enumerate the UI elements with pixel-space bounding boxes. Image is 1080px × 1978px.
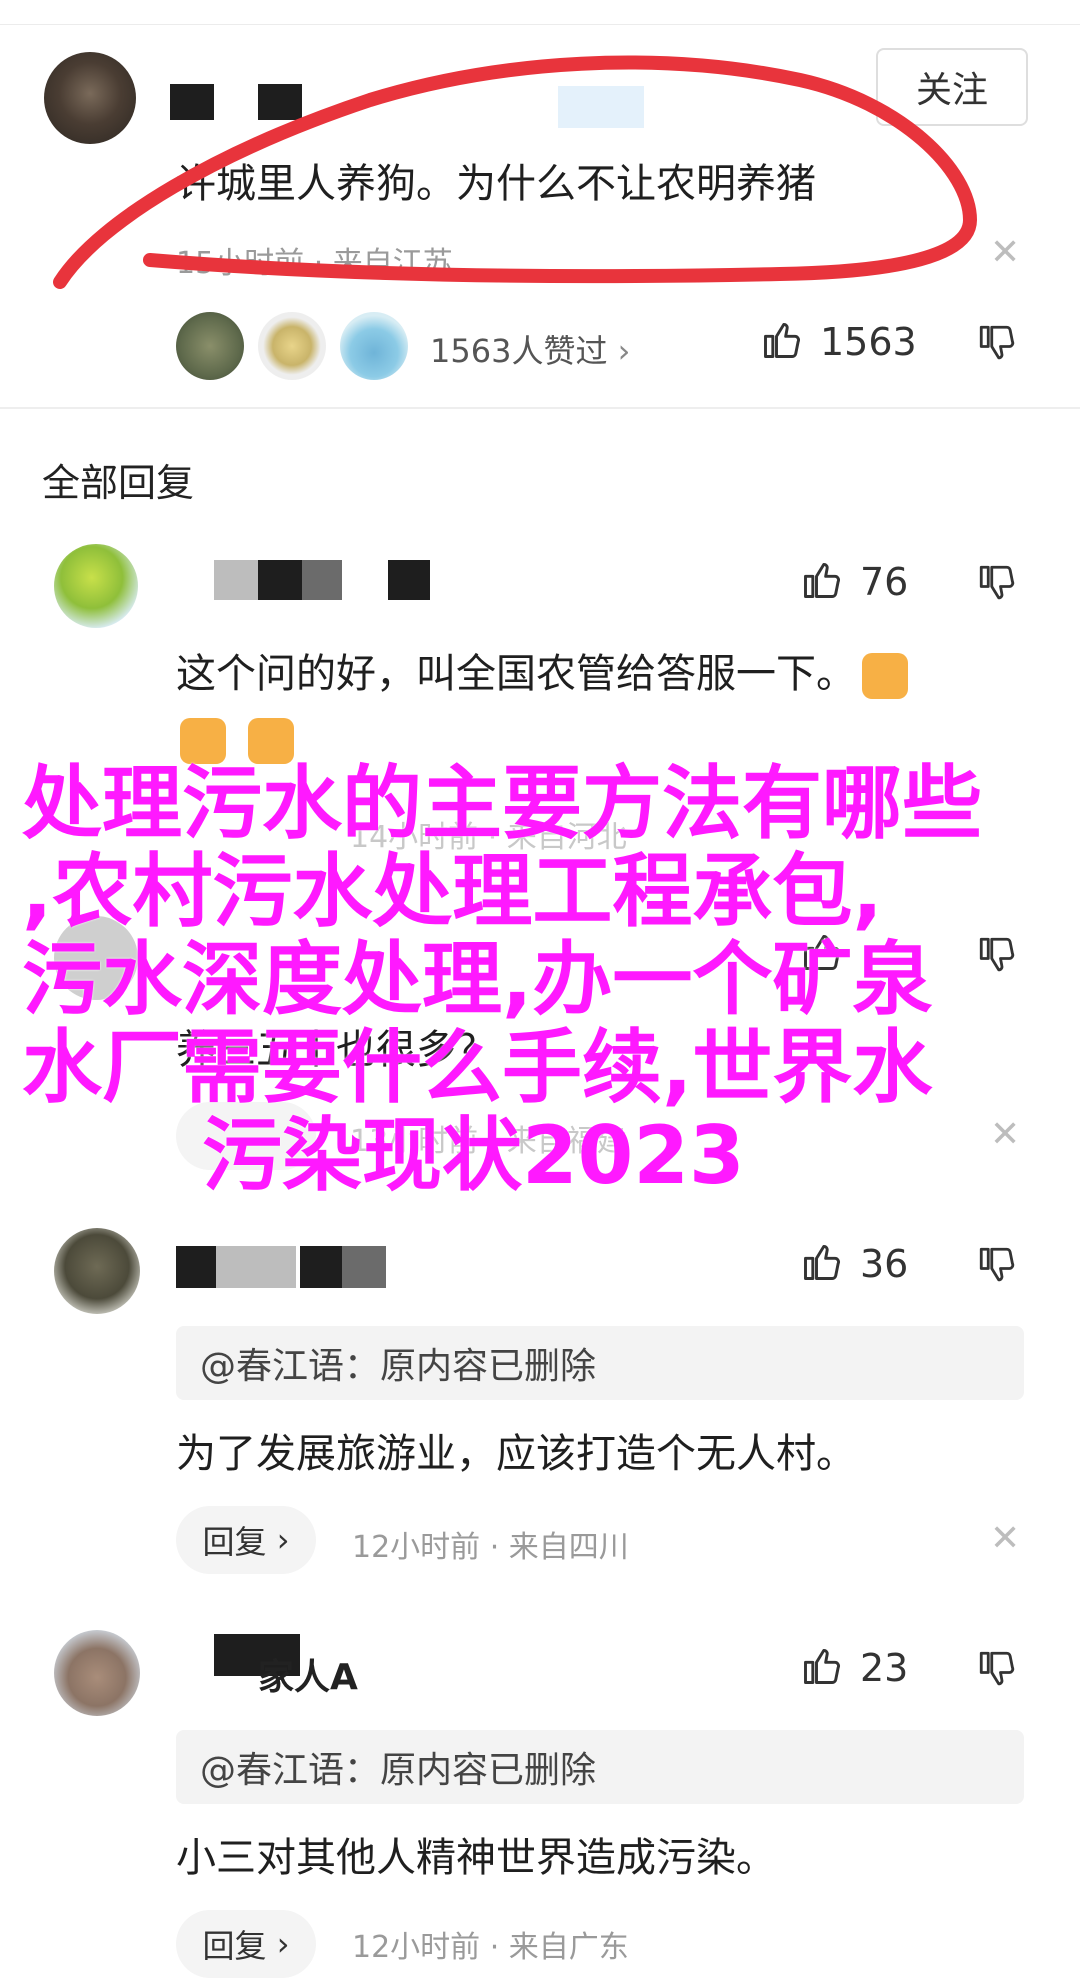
like-count: 36 (860, 1242, 909, 1286)
overlay-line: 污水深度处理,办一个矿泉 (22, 933, 933, 1026)
liker-avatar[interactable] (340, 312, 408, 380)
comment-meta: 12小时前 · 来自四川 (352, 1530, 629, 1565)
like-count: 76 (860, 560, 909, 604)
username-redacted[interactable] (342, 1246, 386, 1288)
quoted-comment[interactable]: @春江语：原内容已删除 (176, 1730, 1024, 1804)
thumbs-up-icon[interactable] (800, 1240, 844, 1284)
chevron-right-icon: › (607, 332, 631, 370)
username-redacted[interactable] (302, 560, 342, 600)
thumbs-down-icon[interactable] (976, 322, 1018, 364)
like-count: 23 (860, 1646, 909, 1690)
username-redacted[interactable] (300, 1246, 342, 1288)
thumbs-up-icon[interactable] (800, 558, 844, 602)
overlay-title: 处理污水的主要方法有哪些 ,农村污水处理工程承包, 污水深度处理,办一个矿泉 水… (22, 760, 1062, 1200)
red-circle-annotation (53, 55, 978, 289)
chevron-right-icon: › (266, 1521, 290, 1559)
overlay-line: 污染现状2023 (202, 1109, 745, 1202)
section-title: 全部回复 (42, 461, 195, 505)
thumbs-down-icon[interactable] (976, 1244, 1018, 1286)
username-redacted[interactable] (176, 1246, 216, 1288)
thumbs-down-icon[interactable] (976, 1648, 1018, 1690)
overlay-line: 处理污水的主要方法有哪些 (22, 757, 982, 850)
liker-avatar[interactable] (258, 312, 326, 380)
avatar[interactable] (54, 1630, 140, 1716)
thumbs-up-icon[interactable] (760, 318, 804, 362)
username-redacted[interactable] (388, 560, 430, 600)
comment-text: 这个问的好，叫全国农管给答服一下。 (176, 648, 908, 700)
reply-button[interactable]: 回复 › (176, 1506, 316, 1574)
thumbs-up-icon[interactable] (800, 1644, 844, 1688)
overlay-line: 水厂需要什么手续,世界水 (22, 1021, 933, 1114)
comment-text: 为了发展旅游业，应该打造个无人村。 (176, 1431, 856, 1477)
username-partial[interactable]: 家人A (258, 1648, 358, 1700)
username-redacted[interactable] (258, 560, 302, 600)
overlay-line: ,农村污水处理工程承包, (22, 845, 883, 938)
chevron-right-icon: › (266, 1925, 290, 1963)
likes-summary[interactable]: 1563人赞过 › (430, 326, 630, 372)
liker-avatar[interactable] (176, 312, 244, 380)
comment-meta: 12小时前 · 来自广东 (352, 1930, 629, 1965)
avatar[interactable] (54, 544, 138, 628)
username-redacted[interactable] (216, 1246, 296, 1288)
quoted-comment[interactable]: @春江语：原内容已删除 (176, 1326, 1024, 1400)
thumbs-down-icon[interactable] (976, 562, 1018, 604)
username-redacted[interactable] (214, 560, 258, 600)
like-count: 1563 (820, 320, 917, 364)
reply-button[interactable]: 回复 › (176, 1910, 316, 1978)
close-icon[interactable]: ✕ (990, 1518, 1020, 1559)
top-divider (0, 0, 1080, 25)
section-divider (0, 407, 1080, 409)
thumbs-up-emoji (862, 653, 908, 699)
comment-text: 小三对其他人精神世界造成污染。 (176, 1835, 776, 1881)
avatar[interactable] (54, 1228, 140, 1314)
